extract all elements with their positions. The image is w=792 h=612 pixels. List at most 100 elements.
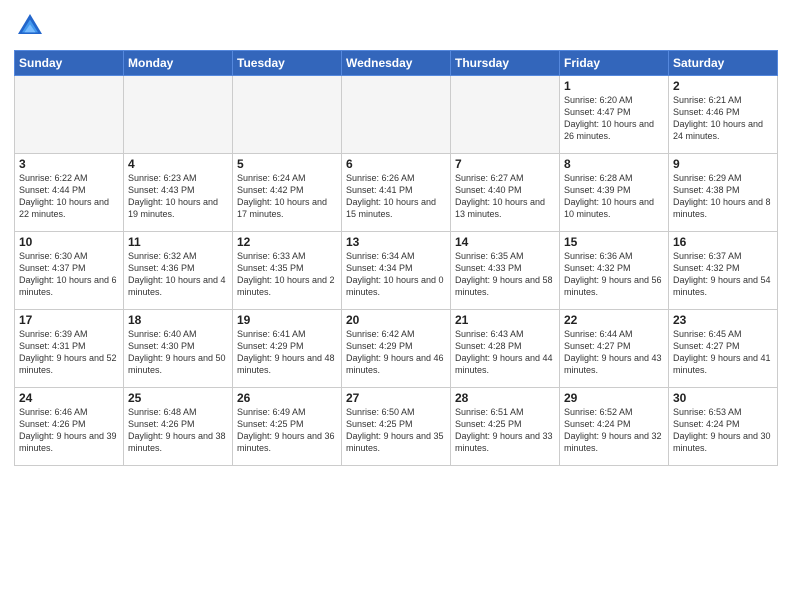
weekday-header-row: SundayMondayTuesdayWednesdayThursdayFrid… [15, 51, 778, 76]
day-info: Sunrise: 6:52 AM Sunset: 4:24 PM Dayligh… [564, 406, 664, 455]
day-number: 13 [346, 235, 446, 249]
day-info: Sunrise: 6:39 AM Sunset: 4:31 PM Dayligh… [19, 328, 119, 377]
weekday-header-wednesday: Wednesday [342, 51, 451, 76]
calendar-cell: 7Sunrise: 6:27 AM Sunset: 4:40 PM Daylig… [451, 154, 560, 232]
calendar-cell: 15Sunrise: 6:36 AM Sunset: 4:32 PM Dayli… [560, 232, 669, 310]
week-row-2: 3Sunrise: 6:22 AM Sunset: 4:44 PM Daylig… [15, 154, 778, 232]
calendar-cell [451, 76, 560, 154]
day-info: Sunrise: 6:46 AM Sunset: 4:26 PM Dayligh… [19, 406, 119, 455]
calendar-cell: 23Sunrise: 6:45 AM Sunset: 4:27 PM Dayli… [669, 310, 778, 388]
day-info: Sunrise: 6:40 AM Sunset: 4:30 PM Dayligh… [128, 328, 228, 377]
calendar-cell: 8Sunrise: 6:28 AM Sunset: 4:39 PM Daylig… [560, 154, 669, 232]
day-number: 7 [455, 157, 555, 171]
day-number: 24 [19, 391, 119, 405]
calendar-cell: 26Sunrise: 6:49 AM Sunset: 4:25 PM Dayli… [233, 388, 342, 466]
day-info: Sunrise: 6:20 AM Sunset: 4:47 PM Dayligh… [564, 94, 664, 143]
day-number: 9 [673, 157, 773, 171]
day-number: 22 [564, 313, 664, 327]
week-row-5: 24Sunrise: 6:46 AM Sunset: 4:26 PM Dayli… [15, 388, 778, 466]
day-info: Sunrise: 6:37 AM Sunset: 4:32 PM Dayligh… [673, 250, 773, 299]
calendar-cell: 28Sunrise: 6:51 AM Sunset: 4:25 PM Dayli… [451, 388, 560, 466]
day-info: Sunrise: 6:22 AM Sunset: 4:44 PM Dayligh… [19, 172, 119, 221]
day-info: Sunrise: 6:45 AM Sunset: 4:27 PM Dayligh… [673, 328, 773, 377]
day-info: Sunrise: 6:33 AM Sunset: 4:35 PM Dayligh… [237, 250, 337, 299]
calendar-cell [233, 76, 342, 154]
day-number: 11 [128, 235, 228, 249]
calendar-cell: 21Sunrise: 6:43 AM Sunset: 4:28 PM Dayli… [451, 310, 560, 388]
day-info: Sunrise: 6:36 AM Sunset: 4:32 PM Dayligh… [564, 250, 664, 299]
calendar-cell: 9Sunrise: 6:29 AM Sunset: 4:38 PM Daylig… [669, 154, 778, 232]
day-number: 23 [673, 313, 773, 327]
day-info: Sunrise: 6:44 AM Sunset: 4:27 PM Dayligh… [564, 328, 664, 377]
calendar-cell: 29Sunrise: 6:52 AM Sunset: 4:24 PM Dayli… [560, 388, 669, 466]
calendar-cell: 22Sunrise: 6:44 AM Sunset: 4:27 PM Dayli… [560, 310, 669, 388]
calendar-table: SundayMondayTuesdayWednesdayThursdayFrid… [14, 50, 778, 466]
day-number: 18 [128, 313, 228, 327]
day-number: 17 [19, 313, 119, 327]
day-info: Sunrise: 6:23 AM Sunset: 4:43 PM Dayligh… [128, 172, 228, 221]
day-number: 8 [564, 157, 664, 171]
calendar-cell: 1Sunrise: 6:20 AM Sunset: 4:47 PM Daylig… [560, 76, 669, 154]
calendar-cell: 13Sunrise: 6:34 AM Sunset: 4:34 PM Dayli… [342, 232, 451, 310]
header [14, 10, 778, 42]
page: SundayMondayTuesdayWednesdayThursdayFrid… [0, 0, 792, 612]
day-number: 10 [19, 235, 119, 249]
day-number: 28 [455, 391, 555, 405]
calendar-cell: 20Sunrise: 6:42 AM Sunset: 4:29 PM Dayli… [342, 310, 451, 388]
week-row-1: 1Sunrise: 6:20 AM Sunset: 4:47 PM Daylig… [15, 76, 778, 154]
day-info: Sunrise: 6:49 AM Sunset: 4:25 PM Dayligh… [237, 406, 337, 455]
day-number: 16 [673, 235, 773, 249]
day-number: 2 [673, 79, 773, 93]
weekday-header-saturday: Saturday [669, 51, 778, 76]
day-number: 5 [237, 157, 337, 171]
day-number: 26 [237, 391, 337, 405]
day-info: Sunrise: 6:42 AM Sunset: 4:29 PM Dayligh… [346, 328, 446, 377]
calendar-cell: 12Sunrise: 6:33 AM Sunset: 4:35 PM Dayli… [233, 232, 342, 310]
day-info: Sunrise: 6:48 AM Sunset: 4:26 PM Dayligh… [128, 406, 228, 455]
day-number: 25 [128, 391, 228, 405]
calendar-cell: 30Sunrise: 6:53 AM Sunset: 4:24 PM Dayli… [669, 388, 778, 466]
calendar-cell: 16Sunrise: 6:37 AM Sunset: 4:32 PM Dayli… [669, 232, 778, 310]
day-info: Sunrise: 6:29 AM Sunset: 4:38 PM Dayligh… [673, 172, 773, 221]
calendar-cell: 11Sunrise: 6:32 AM Sunset: 4:36 PM Dayli… [124, 232, 233, 310]
day-number: 20 [346, 313, 446, 327]
calendar-cell: 18Sunrise: 6:40 AM Sunset: 4:30 PM Dayli… [124, 310, 233, 388]
day-number: 19 [237, 313, 337, 327]
day-info: Sunrise: 6:24 AM Sunset: 4:42 PM Dayligh… [237, 172, 337, 221]
logo-icon [14, 10, 46, 42]
calendar-cell: 24Sunrise: 6:46 AM Sunset: 4:26 PM Dayli… [15, 388, 124, 466]
logo [14, 10, 50, 42]
day-number: 1 [564, 79, 664, 93]
day-info: Sunrise: 6:51 AM Sunset: 4:25 PM Dayligh… [455, 406, 555, 455]
day-info: Sunrise: 6:28 AM Sunset: 4:39 PM Dayligh… [564, 172, 664, 221]
weekday-header-monday: Monday [124, 51, 233, 76]
day-info: Sunrise: 6:26 AM Sunset: 4:41 PM Dayligh… [346, 172, 446, 221]
calendar-cell: 6Sunrise: 6:26 AM Sunset: 4:41 PM Daylig… [342, 154, 451, 232]
calendar-cell: 3Sunrise: 6:22 AM Sunset: 4:44 PM Daylig… [15, 154, 124, 232]
day-number: 6 [346, 157, 446, 171]
calendar-cell: 10Sunrise: 6:30 AM Sunset: 4:37 PM Dayli… [15, 232, 124, 310]
day-info: Sunrise: 6:50 AM Sunset: 4:25 PM Dayligh… [346, 406, 446, 455]
calendar-cell: 27Sunrise: 6:50 AM Sunset: 4:25 PM Dayli… [342, 388, 451, 466]
calendar-cell: 5Sunrise: 6:24 AM Sunset: 4:42 PM Daylig… [233, 154, 342, 232]
calendar-cell: 2Sunrise: 6:21 AM Sunset: 4:46 PM Daylig… [669, 76, 778, 154]
day-info: Sunrise: 6:34 AM Sunset: 4:34 PM Dayligh… [346, 250, 446, 299]
day-number: 14 [455, 235, 555, 249]
calendar-cell: 25Sunrise: 6:48 AM Sunset: 4:26 PM Dayli… [124, 388, 233, 466]
day-info: Sunrise: 6:30 AM Sunset: 4:37 PM Dayligh… [19, 250, 119, 299]
day-info: Sunrise: 6:53 AM Sunset: 4:24 PM Dayligh… [673, 406, 773, 455]
day-number: 15 [564, 235, 664, 249]
day-info: Sunrise: 6:43 AM Sunset: 4:28 PM Dayligh… [455, 328, 555, 377]
day-number: 3 [19, 157, 119, 171]
weekday-header-thursday: Thursday [451, 51, 560, 76]
calendar-cell [15, 76, 124, 154]
day-number: 30 [673, 391, 773, 405]
day-info: Sunrise: 6:32 AM Sunset: 4:36 PM Dayligh… [128, 250, 228, 299]
day-number: 4 [128, 157, 228, 171]
weekday-header-tuesday: Tuesday [233, 51, 342, 76]
day-info: Sunrise: 6:21 AM Sunset: 4:46 PM Dayligh… [673, 94, 773, 143]
day-info: Sunrise: 6:35 AM Sunset: 4:33 PM Dayligh… [455, 250, 555, 299]
weekday-header-friday: Friday [560, 51, 669, 76]
day-info: Sunrise: 6:27 AM Sunset: 4:40 PM Dayligh… [455, 172, 555, 221]
day-number: 29 [564, 391, 664, 405]
